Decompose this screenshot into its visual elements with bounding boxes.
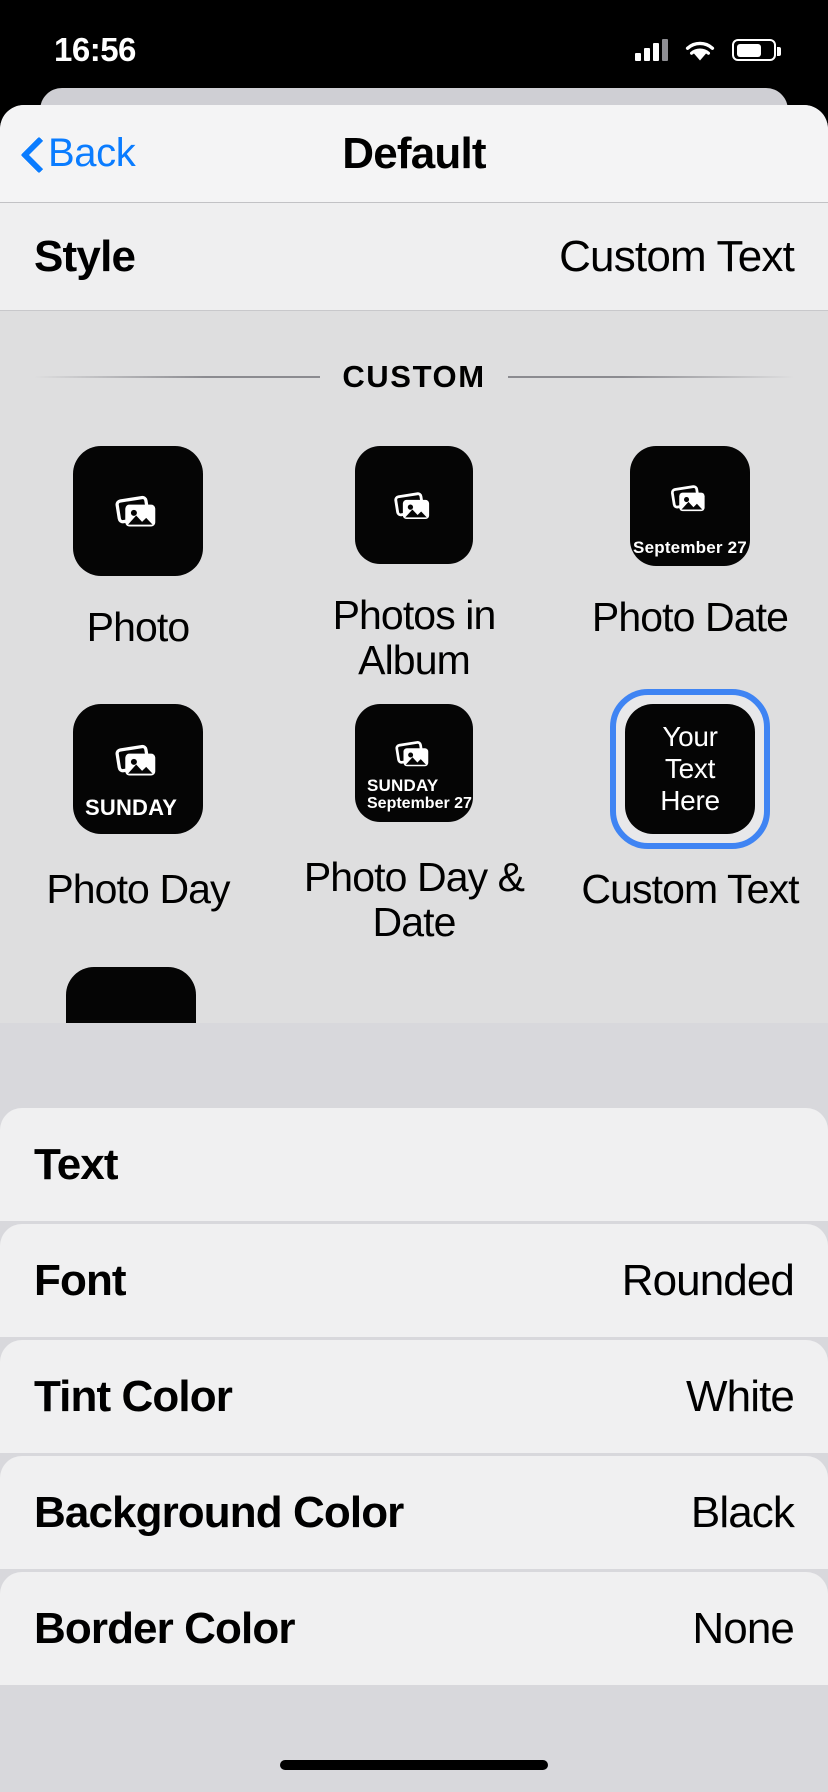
photo-stack-icon bbox=[115, 495, 156, 527]
style-tile-grid: Photo Photos in Album September 27 Photo… bbox=[0, 431, 828, 945]
settings-row-font[interactable]: Font Rounded bbox=[0, 1224, 828, 1337]
divider-left bbox=[34, 376, 321, 378]
custom-section: CUSTOM Photo Photos in Album September 2… bbox=[0, 311, 828, 1023]
tile-overlay-line-2: September 27 bbox=[367, 795, 472, 813]
back-button[interactable]: Back bbox=[0, 131, 136, 176]
style-tile-caption: Photo Date bbox=[591, 594, 789, 640]
settings-row-value: Black bbox=[690, 1487, 795, 1537]
wifi-icon bbox=[685, 41, 715, 61]
photo-stack-icon bbox=[394, 491, 430, 519]
tile-overlay-text: SUNDAY September 27 bbox=[355, 776, 473, 813]
settings-row-value: White bbox=[686, 1371, 795, 1421]
settings-row-label: Tint Color bbox=[34, 1371, 233, 1421]
tile-preview: SUNDAY bbox=[73, 704, 203, 835]
settings-row-border-color[interactable]: Border Color None bbox=[0, 1572, 828, 1685]
style-row[interactable]: Style Custom Text bbox=[0, 203, 828, 311]
style-tile-caption: Photo bbox=[86, 604, 191, 650]
tile-preview: September 27 bbox=[630, 446, 750, 566]
status-bar-time: 16:56 bbox=[54, 31, 136, 68]
style-row-value: Custom Text bbox=[559, 231, 795, 281]
settings-row-text[interactable]: Text bbox=[0, 1108, 828, 1221]
custom-section-title: CUSTOM bbox=[342, 359, 486, 394]
status-bar-indicators bbox=[635, 37, 781, 63]
style-tile-custom-text[interactable]: Your Text Here Custom Text bbox=[552, 689, 828, 945]
tile-overlay-line-1: September 27 bbox=[633, 537, 747, 557]
custom-text-line-3: Here bbox=[660, 785, 720, 817]
custom-section-header: CUSTOM bbox=[0, 359, 828, 395]
tile-frame: SUNDAY September 27 bbox=[340, 689, 488, 837]
tile-overlay-line-1: SUNDAY bbox=[367, 776, 439, 796]
navigation-bar: Back Default bbox=[0, 105, 828, 203]
tile-overlay-text: September 27 bbox=[630, 538, 750, 557]
tile-frame-selected: Your Text Here bbox=[610, 689, 770, 850]
tile-preview bbox=[73, 446, 203, 576]
tile-preview bbox=[355, 446, 473, 564]
style-tile-photo-day-and-date[interactable]: SUNDAY September 27 Photo Day & Date bbox=[276, 689, 552, 945]
settings-row-value: Rounded bbox=[621, 1255, 795, 1305]
tile-preview: Your Text Here bbox=[625, 704, 755, 835]
settings-row-background-color[interactable]: Background Color Black bbox=[0, 1456, 828, 1569]
style-tile-caption: Photos in Album bbox=[332, 592, 497, 684]
back-button-label: Back bbox=[48, 131, 136, 175]
style-tile-caption: Photo Day & Date bbox=[303, 854, 525, 946]
tile-frame: September 27 bbox=[615, 431, 765, 581]
settings-row-label: Font bbox=[34, 1255, 127, 1305]
style-row-label: Style bbox=[34, 231, 136, 281]
tile-frame: SUNDAY bbox=[58, 689, 218, 849]
style-tile-caption: Photo Day bbox=[46, 866, 230, 913]
style-tile-photos-in-album[interactable]: Photos in Album bbox=[276, 431, 552, 683]
tile-preview: SUNDAY September 27 bbox=[355, 704, 473, 823]
settings-row-label: Border Color bbox=[34, 1603, 295, 1653]
tile-overlay-text: SUNDAY bbox=[73, 794, 203, 821]
custom-text-line-1: Your bbox=[662, 721, 718, 753]
style-tile-photo-day[interactable]: SUNDAY Photo Day bbox=[0, 689, 276, 945]
style-tile-caption: Custom Text bbox=[581, 866, 799, 913]
tile-overlay-line-1: SUNDAY bbox=[85, 794, 178, 820]
style-tile-photo-date[interactable]: September 27 Photo Date bbox=[552, 431, 828, 683]
settings-row-tint-color[interactable]: Tint Color White bbox=[0, 1340, 828, 1453]
custom-text-line-2: Text bbox=[664, 753, 716, 785]
settings-row-value: None bbox=[692, 1603, 794, 1653]
photo-stack-icon bbox=[670, 485, 705, 512]
custom-text-preview: Your Text Here bbox=[660, 721, 720, 817]
photo-stack-icon bbox=[395, 740, 429, 766]
style-tile-partial-next-row[interactable] bbox=[66, 967, 196, 1023]
settings-row-label: Text bbox=[34, 1139, 119, 1189]
tile-frame bbox=[58, 431, 218, 591]
tile-frame bbox=[340, 431, 488, 579]
style-tile-photo[interactable]: Photo bbox=[0, 431, 276, 683]
photo-stack-icon bbox=[115, 745, 156, 776]
divider-right bbox=[507, 376, 794, 378]
settings-list: Text Font Rounded Tint Color White Backg… bbox=[0, 1108, 828, 1685]
home-indicator[interactable] bbox=[280, 1760, 548, 1770]
chevron-left-icon bbox=[22, 137, 42, 171]
status-bar: 16:56 bbox=[0, 0, 828, 88]
cellular-signal-icon bbox=[635, 39, 668, 61]
battery-icon bbox=[732, 39, 781, 61]
settings-row-label: Background Color bbox=[34, 1487, 404, 1537]
